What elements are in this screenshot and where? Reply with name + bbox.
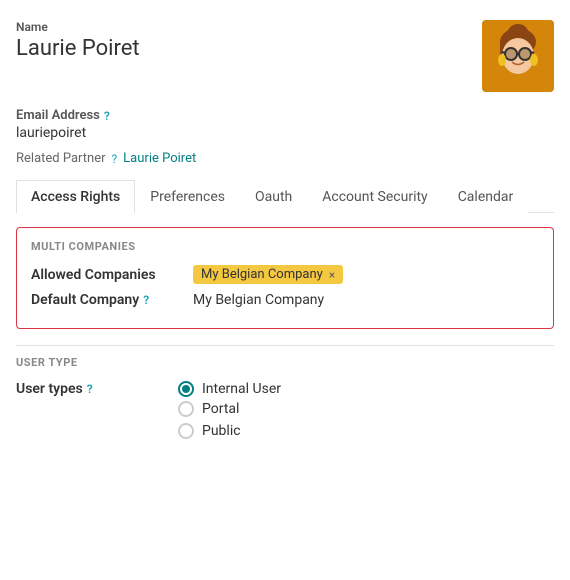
portal-option[interactable]: Portal: [178, 401, 554, 417]
related-partner-row: Related Partner ? Laurie Poiret: [16, 151, 554, 166]
email-help-icon[interactable]: ?: [104, 109, 110, 123]
related-partner-link[interactable]: Laurie Poiret: [123, 151, 196, 166]
user-type-section: USER TYPE User types ? Internal User Por…: [16, 345, 554, 439]
avatar: [482, 20, 554, 92]
name-value: Laurie Poiret: [16, 36, 140, 61]
multi-companies-title: MULTI COMPANIES: [31, 240, 539, 253]
email-label: Email Address ?: [16, 108, 554, 123]
user-types-row: User types ? Internal User: [16, 381, 554, 397]
related-partner-label: Related Partner: [16, 151, 106, 166]
default-company-help-icon[interactable]: ?: [143, 293, 149, 307]
default-company-value: My Belgian Company: [193, 292, 324, 308]
public-option[interactable]: Public: [178, 423, 554, 439]
internal-user-radio[interactable]: [178, 381, 194, 397]
allowed-companies-label: Allowed Companies: [31, 267, 181, 283]
tab-preferences[interactable]: Preferences: [135, 180, 240, 213]
user-types-label: User types ?: [16, 381, 166, 397]
related-partner-help-icon[interactable]: ?: [112, 152, 118, 166]
portal-radio[interactable]: [178, 401, 194, 417]
allowed-companies-row: Allowed Companies My Belgian Company ×: [31, 265, 539, 284]
header-section: Name Laurie Poiret: [16, 20, 554, 92]
public-radio[interactable]: [178, 423, 194, 439]
tag-close-icon[interactable]: ×: [329, 268, 335, 282]
name-block: Name Laurie Poiret: [16, 20, 140, 61]
tab-calendar[interactable]: Calendar: [443, 180, 529, 213]
tab-access-rights[interactable]: Access Rights: [16, 180, 135, 213]
tab-oauth[interactable]: Oauth: [240, 180, 307, 213]
user-types-help-icon[interactable]: ?: [87, 382, 93, 396]
default-company-row: Default Company ? My Belgian Company: [31, 292, 539, 308]
internal-user-label: Internal User: [202, 381, 281, 397]
allowed-companies-tag: My Belgian Company ×: [193, 265, 343, 284]
user-type-title: USER TYPE: [16, 345, 554, 369]
name-label: Name: [16, 20, 140, 34]
portal-label: Portal: [202, 401, 239, 417]
radio-options-list: Portal Public: [178, 401, 554, 439]
email-value: lauriepoiret: [16, 125, 554, 141]
tab-account-security[interactable]: Account Security: [307, 180, 442, 213]
public-label: Public: [202, 423, 241, 439]
default-company-label: Default Company ?: [31, 292, 181, 308]
tag-label: My Belgian Company: [201, 267, 323, 282]
multi-companies-box: MULTI COMPANIES Allowed Companies My Bel…: [16, 227, 554, 329]
internal-user-option[interactable]: Internal User: [178, 381, 281, 397]
email-section: Email Address ? lauriepoiret: [16, 108, 554, 141]
tabs-bar: Access Rights Preferences Oauth Account …: [16, 180, 554, 213]
